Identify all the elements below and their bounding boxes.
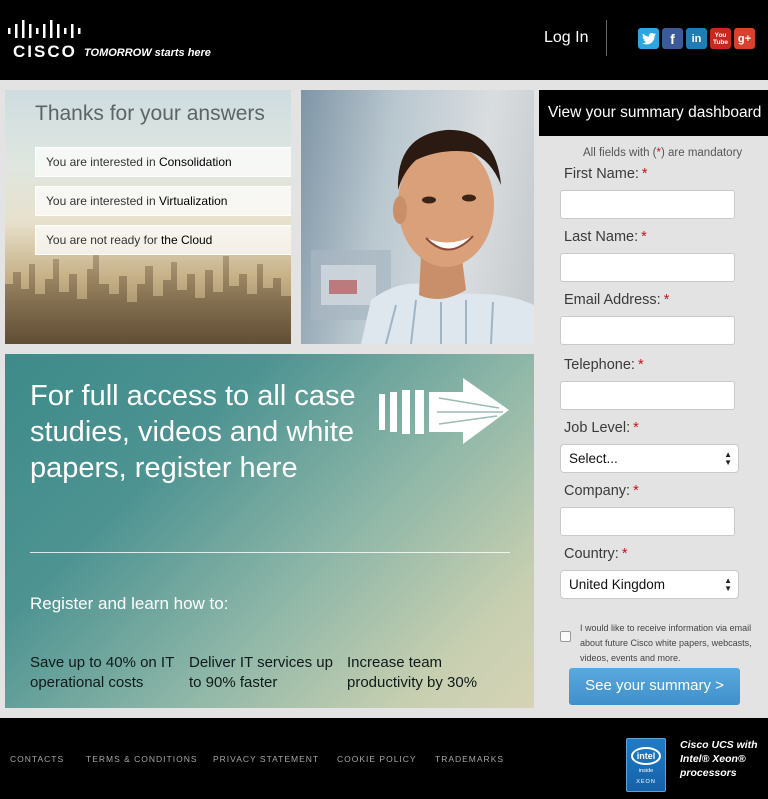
form-title: View your summary dashboard — [539, 90, 768, 136]
telephone-field[interactable] — [560, 381, 735, 410]
intel-logo: intel — [631, 747, 661, 765]
youtube-icon[interactable]: You Tube — [710, 28, 731, 49]
last-name-label: Last Name: * — [564, 229, 647, 245]
registration-form: View your summary dashboard All fields w… — [539, 90, 768, 708]
email-label: Email Address: * — [564, 292, 670, 308]
social-links: f in You Tube g+ — [638, 28, 755, 49]
footer-link-trademarks[interactable]: TRADEMARKS — [435, 754, 504, 764]
site-header: CISCO TOMORROW starts here Log In f in Y… — [0, 0, 768, 80]
footer-link-contacts[interactable]: CONTACTS — [10, 754, 64, 764]
first-name-field[interactable] — [560, 190, 735, 219]
divider-line — [30, 552, 510, 553]
logo-wordmark: CISCO — [13, 42, 77, 61]
see-summary-button[interactable]: See your summary > — [569, 668, 740, 705]
job-level-label: Job Level: * — [564, 420, 639, 436]
benefit-item: Save up to 40% on IT operational costs — [30, 654, 174, 691]
register-subheading: Register and learn how to: — [30, 594, 229, 613]
consent-checkbox[interactable] — [560, 631, 571, 642]
right-arrow-icon — [379, 378, 509, 444]
country-select[interactable]: United Kingdom ▲ ▼ — [560, 570, 739, 599]
twitter-icon[interactable] — [638, 28, 659, 49]
company-label: Company: * — [564, 483, 639, 499]
intel-promo-text: Cisco UCS with Intel® Xeon® processors — [680, 739, 758, 779]
answer-item: You are interested in Virtualization — [35, 186, 291, 216]
login-link[interactable]: Log In — [544, 29, 588, 47]
intel-xeon-badge: intel inside XEON — [626, 738, 666, 792]
googleplus-icon[interactable]: g+ — [734, 28, 755, 49]
company-field[interactable] — [560, 507, 735, 536]
job-level-select[interactable]: Select... ▲ ▼ — [560, 444, 739, 473]
answers-title: Thanks for your answers — [35, 102, 265, 125]
mandatory-note: All fields with (*) are mandatory — [583, 147, 743, 159]
footer-link-terms[interactable]: TERMS & CONDITIONS — [86, 754, 198, 764]
smiling-man-photo — [301, 90, 534, 344]
last-name-field[interactable] — [560, 253, 735, 282]
city-skyline-image — [5, 254, 291, 344]
header-divider — [606, 20, 607, 56]
consent-label: I would like to receive information via … — [580, 623, 752, 663]
telephone-label: Telephone: * — [564, 357, 644, 373]
footer-link-cookie-policy[interactable]: COOKIE POLICY — [337, 754, 417, 764]
select-arrows-icon: ▲ ▼ — [724, 450, 732, 467]
answer-item: You are not ready for the Cloud — [35, 225, 291, 255]
main-content: Thanks for your answers You are interest… — [0, 80, 768, 718]
footer-link-privacy[interactable]: PRIVACY STATEMENT — [213, 754, 319, 764]
facebook-icon[interactable]: f — [662, 28, 683, 49]
email-field[interactable] — [560, 316, 735, 345]
answer-item: You are interested in Consolidation — [35, 147, 291, 177]
benefit-item: Increase team productivity by 30% — [347, 654, 478, 691]
register-promo: For full access to all case studies, vid… — [5, 354, 534, 708]
answers-tile: Thanks for your answers You are interest… — [5, 90, 291, 344]
cisco-bridge-icon — [8, 20, 81, 38]
site-footer: CONTACTS TERMS & CONDITIONS PRIVACY STAT… — [0, 718, 768, 799]
intel-inside-label: inside — [638, 768, 654, 774]
country-label: Country: * — [564, 546, 628, 562]
first-name-label: First Name: * — [564, 166, 648, 182]
intel-xeon-label: XEON — [636, 779, 656, 785]
register-headline: For full access to all case studies, vid… — [30, 380, 356, 484]
benefit-item: Deliver IT services up to 90% faster — [189, 654, 333, 691]
linkedin-icon[interactable]: in — [686, 28, 707, 49]
cisco-logo[interactable]: CISCO TOMORROW starts here — [8, 20, 211, 62]
select-arrows-icon: ▲ ▼ — [724, 576, 732, 593]
tagline: TOMORROW starts here — [84, 47, 211, 59]
